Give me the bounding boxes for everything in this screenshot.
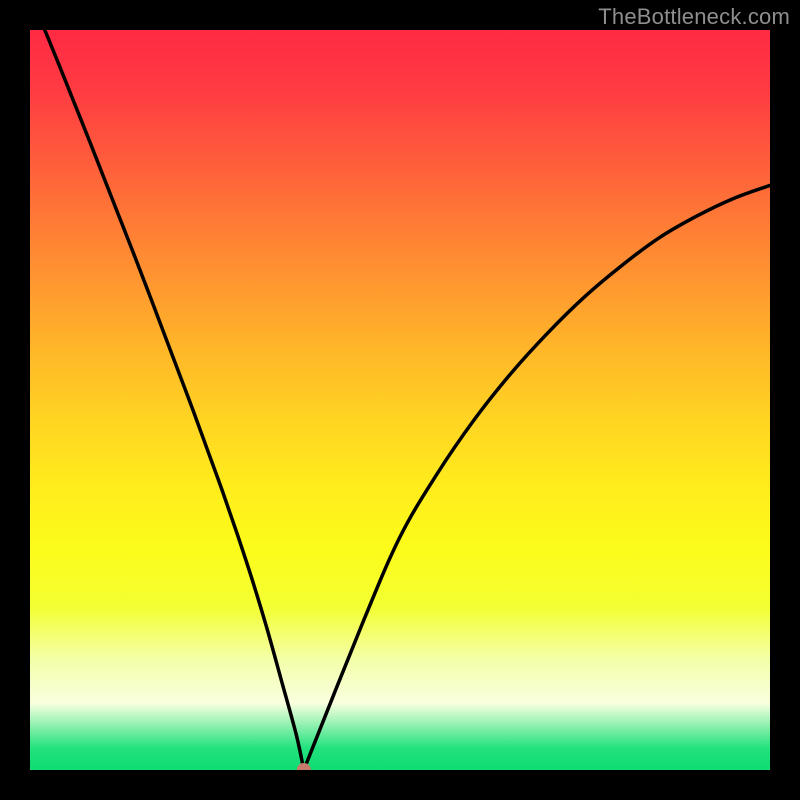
watermark-text: TheBottleneck.com: [598, 4, 790, 30]
gradient-background: [30, 30, 770, 770]
chart-svg: [30, 30, 770, 770]
plot-area: [30, 30, 770, 770]
chart-frame: TheBottleneck.com: [0, 0, 800, 800]
